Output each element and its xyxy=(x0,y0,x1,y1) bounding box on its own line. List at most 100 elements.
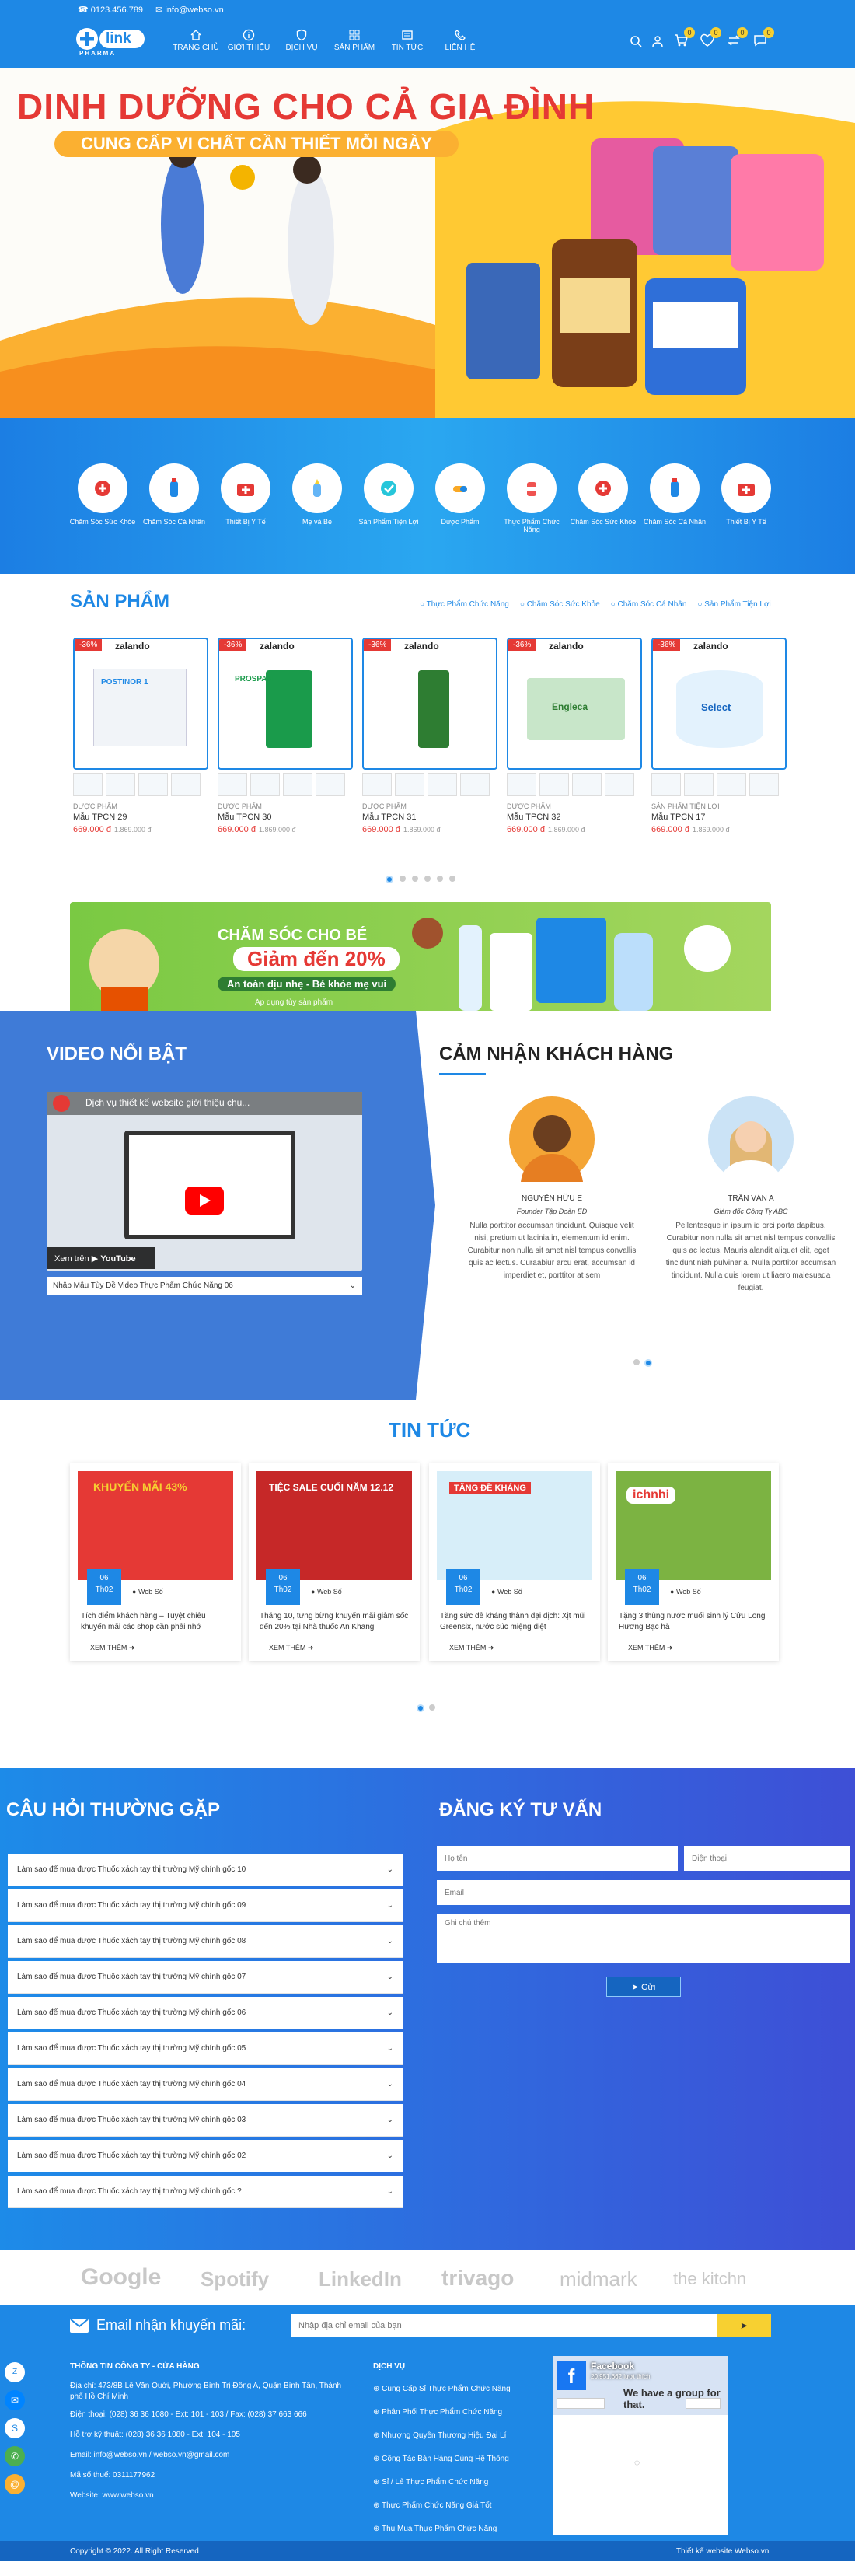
category-item[interactable]: Dược Phẩm xyxy=(426,463,494,526)
faq-item[interactable]: Làm sao để mua được Thuốc xách tay thị t… xyxy=(8,2068,403,2101)
wishlist-button[interactable]: 0 xyxy=(700,27,721,50)
tab-functional-food[interactable]: ○ Thực Phẩm Chức Năng xyxy=(420,600,509,609)
service-link[interactable]: ⊕ Thu Mua Thực Phẩm Chức Năng xyxy=(373,2518,511,2541)
pagination-dot[interactable] xyxy=(633,1359,640,1365)
partner-logo[interactable]: trivago xyxy=(441,2266,514,2291)
facebook-share-button[interactable]: Chia sẻ xyxy=(686,2398,721,2409)
pagination-dot[interactable] xyxy=(449,876,455,882)
faq-item[interactable]: Làm sao để mua được Thuốc xách tay thị t… xyxy=(8,1997,403,2029)
whatsapp-icon[interactable]: ✆ xyxy=(5,2446,25,2466)
pagination-dot-active[interactable] xyxy=(644,1359,652,1367)
play-icon[interactable] xyxy=(185,1187,224,1215)
faq-item[interactable]: Làm sao để mua được Thuốc xách tay thị t… xyxy=(8,2032,403,2065)
skype-icon[interactable]: S xyxy=(5,2418,25,2438)
product-card[interactable]: -36% zalando Select SẢN PHẨM TIỆN LỢI Mẫ… xyxy=(651,638,791,855)
video-select[interactable]: Nhập Mẫu Tùy Đề Video Thực Phẩm Chức Năn… xyxy=(47,1277,362,1295)
partner-logo[interactable]: midmark xyxy=(560,2267,637,2291)
product-card[interactable]: -36% zalando PROSPAN DƯỢC PHẨM Mẫu TPCN … xyxy=(218,638,358,855)
category-item[interactable]: Chăm Sóc Sức Khỏe xyxy=(569,463,637,526)
product-image[interactable]: -36% zalando POSTINOR 1 xyxy=(73,638,208,770)
news-title-link[interactable]: Tích điểm khách hàng – Tuyệt chiêu khuyế… xyxy=(81,1611,232,1633)
name-field[interactable] xyxy=(437,1846,678,1871)
category-item[interactable]: Chăm Sóc Cá Nhân xyxy=(640,463,709,526)
tab-personal-care[interactable]: ○ Chăm Sóc Cá Nhân xyxy=(611,600,687,609)
hero-banner[interactable]: DINH DƯỠNG CHO CẢ GIA ĐÌNH CUNG CẤP VI C… xyxy=(0,68,855,418)
product-image[interactable]: -36% zalando xyxy=(362,638,497,770)
nav-home[interactable]: TRANG CHỦ xyxy=(171,26,221,52)
product-name[interactable]: Mẫu TPCN 31 xyxy=(362,813,502,822)
watch-on-youtube[interactable]: Xem trên ▶ YouTube xyxy=(47,1247,155,1269)
chat-button[interactable]: 0 xyxy=(752,27,774,50)
phone-field[interactable] xyxy=(684,1846,850,1871)
news-card[interactable]: TĂNG ĐỀ KHÁNG 06 Th02 ● Web Số Tăng sức đ… xyxy=(429,1463,600,1661)
logo[interactable]: link PHARMA xyxy=(75,26,148,58)
news-card[interactable]: ichnhi 06 Th02 ● Web Số Tặng 3 thùng nước… xyxy=(608,1463,779,1661)
messenger-icon[interactable]: ✉ xyxy=(5,2390,25,2410)
category-item[interactable]: Sản Phẩm Tiện Lợi xyxy=(354,463,423,526)
facebook-widget[interactable]: f Facebook 20,951,662 lượt thích We have… xyxy=(553,2356,728,2535)
pagination-dot[interactable] xyxy=(437,876,443,882)
read-more-link[interactable]: XEM THÊM ➜ xyxy=(269,1644,313,1652)
product-name[interactable]: Mẫu TPCN 32 xyxy=(507,813,647,822)
email-field[interactable] xyxy=(437,1880,850,1905)
service-link[interactable]: ⊕ Cung Cấp Sỉ Thực Phẩm Chức Năng xyxy=(373,2378,511,2401)
zalo-icon[interactable]: Z xyxy=(5,2362,25,2382)
read-more-link[interactable]: XEM THÊM ➜ xyxy=(449,1644,494,1652)
company-email[interactable]: Email: info@webso.vn / webso.vn@gmail.co… xyxy=(70,2451,229,2459)
product-name[interactable]: Mẫu TPCN 17 xyxy=(651,813,791,822)
category-item[interactable]: Chăm Sóc Sức Khỏe xyxy=(68,463,137,526)
news-card[interactable]: TIỆC SALE CUỐI NĂM 12.12 06 Th02 ● Web Số… xyxy=(249,1463,420,1661)
category-item[interactable]: Mẹ và Bé xyxy=(283,463,351,526)
read-more-link[interactable]: XEM THÊM ➜ xyxy=(628,1644,672,1652)
nav-services[interactable]: DỊCH VỤ xyxy=(277,26,326,52)
pagination-dot-active[interactable] xyxy=(386,876,393,883)
read-more-link[interactable]: XEM THÊM ➜ xyxy=(90,1644,134,1652)
compare-button[interactable]: 0 xyxy=(726,27,748,50)
nav-news[interactable]: TIN TỨC xyxy=(382,26,432,52)
partner-logo[interactable]: LinkedIn xyxy=(319,2267,402,2291)
topbar-phone[interactable]: ☎ 0123.456.789 xyxy=(78,5,143,15)
nav-contact[interactable]: LIÊN HỆ xyxy=(435,26,485,52)
service-link[interactable]: ⊕ Sỉ / Lẻ Thực Phẩm Chức Năng xyxy=(373,2471,511,2494)
category-item[interactable]: Thực Phẩm Chức Năng xyxy=(497,463,566,533)
partner-logo[interactable]: the kitchn xyxy=(673,2269,746,2289)
search-icon[interactable] xyxy=(630,35,642,47)
tab-convenience[interactable]: ○ Sản Phẩm Tiện Lợi xyxy=(697,600,770,609)
product-image[interactable]: -36% zalando PROSPAN xyxy=(218,638,353,770)
news-title-link[interactable]: Tặng 3 thùng nước muối sinh lý Cửu Long … xyxy=(619,1611,770,1633)
nav-about[interactable]: GIỚI THIỆU xyxy=(224,26,274,52)
cart-button[interactable]: 0 xyxy=(673,27,695,50)
newsletter-email-input[interactable] xyxy=(291,2314,726,2337)
faq-item[interactable]: Làm sao để mua được Thuốc xách tay thị t… xyxy=(8,1925,403,1958)
product-card[interactable]: -36% zalando DƯỢC PHẨM Mẫu TPCN 31 669.0… xyxy=(362,638,502,855)
submit-button[interactable]: ➤ Gửi xyxy=(606,1977,681,1997)
facebook-like-button[interactable]: Thích Trang xyxy=(557,2398,605,2409)
note-field[interactable] xyxy=(437,1914,850,1963)
service-link[interactable]: ⊕ Nhượng Quyền Thương Hiệu Đại Lí xyxy=(373,2424,511,2448)
pagination-dot-active[interactable] xyxy=(417,1704,424,1712)
topbar-email[interactable]: ✉ info@webso.vn xyxy=(155,5,224,15)
news-title-link[interactable]: Tăng sức đề kháng thảnh đại dịch: Xịt mũ… xyxy=(440,1611,591,1633)
service-link[interactable]: ⊕ Thực Phẩm Chức Năng Giá Tốt xyxy=(373,2494,511,2518)
newsletter-send-button[interactable]: ➤ xyxy=(717,2314,771,2337)
product-image[interactable]: -36% zalando Select xyxy=(651,638,787,770)
company-website[interactable]: Website: www.webso.vn xyxy=(70,2491,154,2500)
tab-health-care[interactable]: ○ Chăm Sóc Sức Khỏe xyxy=(520,600,600,609)
faq-item[interactable]: Làm sao để mua được Thuốc xách tay thị t… xyxy=(8,2176,403,2208)
faq-item[interactable]: Làm sao để mua được Thuốc xách tay thị t… xyxy=(8,1854,403,1886)
product-name[interactable]: Mẫu TPCN 30 xyxy=(218,813,358,822)
category-item[interactable]: Chăm Sóc Cá Nhân xyxy=(140,463,208,526)
faq-item[interactable]: Làm sao để mua được Thuốc xách tay thị t… xyxy=(8,2140,403,2172)
service-link[interactable]: ⊕ Cộng Tác Bán Hàng Cùng Hệ Thống xyxy=(373,2448,511,2471)
promo-banner[interactable]: CHĂM SÓC CHO BÉ Giảm đến 20% An toàn dịu… xyxy=(70,902,771,1019)
product-name[interactable]: Mẫu TPCN 29 xyxy=(73,813,213,822)
news-card[interactable]: KHUYẾN MÃI 43% 06 Th02 ● Web Số Tích điểm… xyxy=(70,1463,241,1661)
category-item[interactable]: Thiết Bị Y Tế xyxy=(211,463,280,526)
user-icon[interactable] xyxy=(651,35,664,47)
product-image[interactable]: -36% zalando Engleca xyxy=(507,638,642,770)
faq-item[interactable]: Làm sao để mua được Thuốc xách tay thị t… xyxy=(8,1961,403,1994)
faq-item[interactable]: Làm sao để mua được Thuốc xách tay thị t… xyxy=(8,2104,403,2137)
partner-logo[interactable]: Spotify xyxy=(201,2267,269,2291)
partner-logo[interactable]: Google xyxy=(81,2264,161,2291)
faq-item[interactable]: Làm sao để mua được Thuốc xách tay thị t… xyxy=(8,1889,403,1922)
